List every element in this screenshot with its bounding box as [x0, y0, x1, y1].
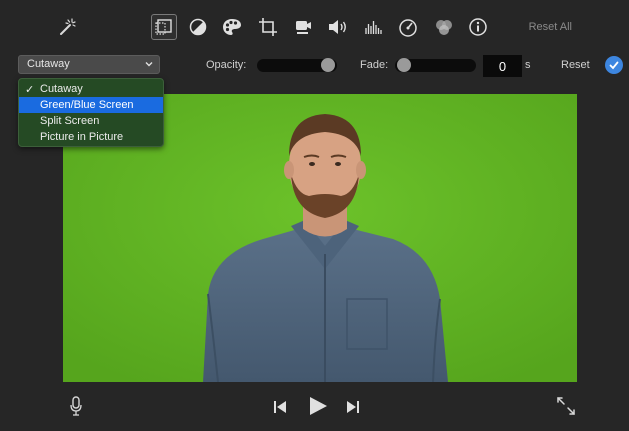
overlay-style-selected-value: Cutaway — [27, 58, 70, 70]
chevron-down-icon — [144, 59, 154, 72]
opacity-label: Opacity: — [206, 59, 247, 71]
checkmark-icon: ✓ — [25, 84, 35, 96]
microphone-icon[interactable] — [68, 395, 84, 417]
menu-item-label: Cutaway — [40, 83, 83, 95]
info-icon[interactable] — [465, 14, 491, 40]
fade-unit-label: s — [525, 59, 531, 71]
overlay-style-select[interactable]: Cutaway — [18, 55, 160, 74]
skip-back-icon[interactable] — [272, 399, 288, 415]
checkmark-icon[interactable] — [605, 56, 623, 74]
playback-controls — [0, 393, 629, 421]
video-overlay-icon[interactable] — [151, 14, 177, 40]
menu-item-split-screen[interactable]: Split Screen — [19, 113, 163, 129]
equalizer-icon[interactable] — [360, 14, 386, 40]
fade-label: Fade: — [360, 59, 389, 71]
filter-icon[interactable] — [431, 14, 457, 40]
color-balance-icon[interactable] — [185, 14, 211, 40]
menu-item-label: Green/Blue Screen — [40, 99, 134, 111]
fullscreen-icon[interactable] — [556, 396, 576, 416]
crop-icon[interactable] — [255, 14, 281, 40]
play-icon[interactable] — [307, 395, 329, 417]
fade-slider-knob[interactable] — [397, 58, 411, 72]
opacity-slider[interactable] — [257, 58, 337, 72]
menu-item-green-blue-screen[interactable]: Green/Blue Screen — [19, 97, 163, 113]
color-palette-icon[interactable] — [219, 14, 245, 40]
overlay-style-menu: ✓ Cutaway Green/Blue Screen Split Screen… — [18, 78, 164, 147]
menu-item-label: Picture in Picture — [40, 131, 124, 143]
fade-slider[interactable] — [395, 58, 476, 72]
magic-wand-icon[interactable] — [54, 14, 80, 40]
menu-item-picture-in-picture[interactable]: Picture in Picture — [19, 129, 163, 145]
opacity-slider-knob[interactable] — [321, 58, 335, 72]
reset-all-button[interactable]: Reset All — [529, 21, 572, 33]
volume-icon[interactable] — [325, 14, 351, 40]
menu-item-cutaway[interactable]: ✓ Cutaway — [19, 81, 163, 97]
reset-button[interactable]: Reset — [561, 59, 590, 71]
overlay-controls: Cutaway Opacity: Fade: 0 s Reset — [0, 52, 629, 78]
skip-forward-icon[interactable] — [345, 399, 361, 415]
menu-item-label: Split Screen — [40, 115, 100, 127]
fade-duration-field[interactable]: 0 — [483, 55, 522, 77]
speed-icon[interactable] — [395, 14, 421, 40]
adjustments-toolbar: Reset All — [0, 10, 629, 44]
stabilization-icon[interactable] — [290, 14, 316, 40]
